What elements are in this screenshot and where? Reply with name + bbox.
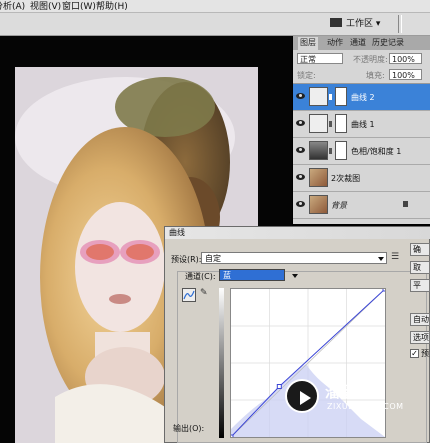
monitor-icon xyxy=(330,18,342,27)
eye-icon[interactable] xyxy=(296,93,305,99)
curve-control-point[interactable] xyxy=(228,434,234,440)
tab-channels[interactable]: 通道 xyxy=(350,37,366,48)
pencil-icon[interactable]: ✎ xyxy=(200,288,208,298)
tab-actions[interactable]: 动作 xyxy=(327,37,343,48)
tab-layers[interactable]: 图层 xyxy=(298,37,318,50)
layer-mask-thumbnail xyxy=(335,114,347,133)
eye-icon[interactable] xyxy=(296,174,305,180)
preset-label: 预设(R): xyxy=(171,255,202,264)
curves-adjustment-icon xyxy=(309,114,328,133)
chevron-down-icon xyxy=(378,257,384,261)
menu-window[interactable]: 窗口(W) xyxy=(62,0,96,12)
watermark: 溜溜自学 ZIXUE.3D66.COM xyxy=(285,375,405,420)
preview-label: 预览 xyxy=(421,349,430,358)
link-icon xyxy=(329,121,332,127)
smooth-button[interactable]: 平 xyxy=(410,279,430,292)
layer-mask-thumbnail xyxy=(335,141,347,160)
layers-panel: 图层 动作 通道 历史记录 正常 不透明度: 100% 锁定: 填充: 100%… xyxy=(293,36,430,224)
output-label: 输出(O): xyxy=(173,424,205,433)
curve-edit-tool[interactable] xyxy=(182,288,196,302)
eye-icon[interactable] xyxy=(296,147,305,153)
layer-crop[interactable]: 2次裁图 xyxy=(293,165,430,192)
preset-select[interactable]: 自定 xyxy=(201,252,387,264)
tab-history[interactable]: 历史记录 xyxy=(372,37,404,48)
menu-analysis[interactable]: 分析(A) xyxy=(0,0,25,12)
workspace-button[interactable]: 工作区 ▾ xyxy=(330,16,380,29)
menu-bar: 分析(A) 视图(V) 窗口(W) 帮助(H) xyxy=(0,0,430,13)
lock-row: 锁定: 填充: 100% xyxy=(293,69,430,84)
eye-icon[interactable] xyxy=(296,120,305,126)
divider xyxy=(401,15,402,33)
panel-tabs: 图层 动作 通道 历史记录 xyxy=(293,36,430,50)
divider xyxy=(398,15,399,33)
play-logo-icon xyxy=(285,379,319,413)
ok-button[interactable]: 确 xyxy=(410,243,430,256)
curve-control-point[interactable] xyxy=(382,286,388,292)
layer-background[interactable]: 背景 xyxy=(293,192,430,219)
link-icon xyxy=(329,94,332,100)
channel-label: 通道(C): xyxy=(185,272,216,281)
options-button[interactable]: 选项 xyxy=(410,331,430,344)
output-gradient xyxy=(219,288,224,438)
opacity-label: 不透明度: xyxy=(353,55,388,64)
dialog-title: 曲线 xyxy=(165,227,430,239)
opacity-input[interactable]: 100% xyxy=(389,53,422,64)
blend-mode-select[interactable]: 正常 xyxy=(297,53,343,64)
layer-hue-saturation-1[interactable]: 色相/饱和度 1 xyxy=(293,138,430,165)
layer-thumbnail xyxy=(309,168,328,187)
layer-mask-thumbnail xyxy=(335,87,347,106)
link-icon xyxy=(329,148,332,154)
auto-button[interactable]: 自动 xyxy=(410,313,430,326)
curves-adjustment-icon xyxy=(309,87,328,106)
curve-control-point[interactable] xyxy=(276,384,282,389)
blend-row: 正常 不透明度: 100% xyxy=(293,52,430,66)
layer-thumbnail xyxy=(309,195,328,214)
lock-label: 锁定: xyxy=(297,71,316,80)
fill-input[interactable]: 100% xyxy=(389,69,422,80)
chevron-down-icon xyxy=(292,274,298,278)
preset-value: 自定 xyxy=(205,254,221,263)
layer-name: 曲线 2 xyxy=(351,93,375,102)
layer-curves-2[interactable]: 曲线 2 xyxy=(293,84,430,111)
fill-label: 填充: xyxy=(366,71,385,80)
cancel-button[interactable]: 取 xyxy=(410,261,430,274)
layer-name: 2次裁图 xyxy=(331,174,361,183)
watermark-url: ZIXUE.3D66.COM xyxy=(327,402,404,411)
layer-name: 背景 xyxy=(331,201,347,210)
lock-icon xyxy=(403,201,408,207)
workspace-label: 工作区 ▾ xyxy=(346,19,381,29)
preset-options-icon[interactable]: ☰ xyxy=(391,252,399,262)
curve-icon xyxy=(183,290,195,300)
eye-icon[interactable] xyxy=(296,201,305,207)
channel-value: 蓝 xyxy=(223,271,231,280)
watermark-brand: 溜溜自学 xyxy=(325,383,386,401)
hue-saturation-icon xyxy=(309,141,328,160)
menu-help[interactable]: 帮助(H) xyxy=(96,0,128,12)
channel-select[interactable]: 蓝 xyxy=(219,269,298,281)
layer-name: 曲线 1 xyxy=(351,120,375,129)
options-bar: 工作区 ▾ xyxy=(0,13,430,36)
layer-name: 色相/饱和度 1 xyxy=(351,147,402,156)
layer-curves-1[interactable]: 曲线 1 xyxy=(293,111,430,138)
preview-checkbox[interactable]: ✓ xyxy=(410,349,419,358)
menu-view[interactable]: 视图(V) xyxy=(30,0,61,12)
